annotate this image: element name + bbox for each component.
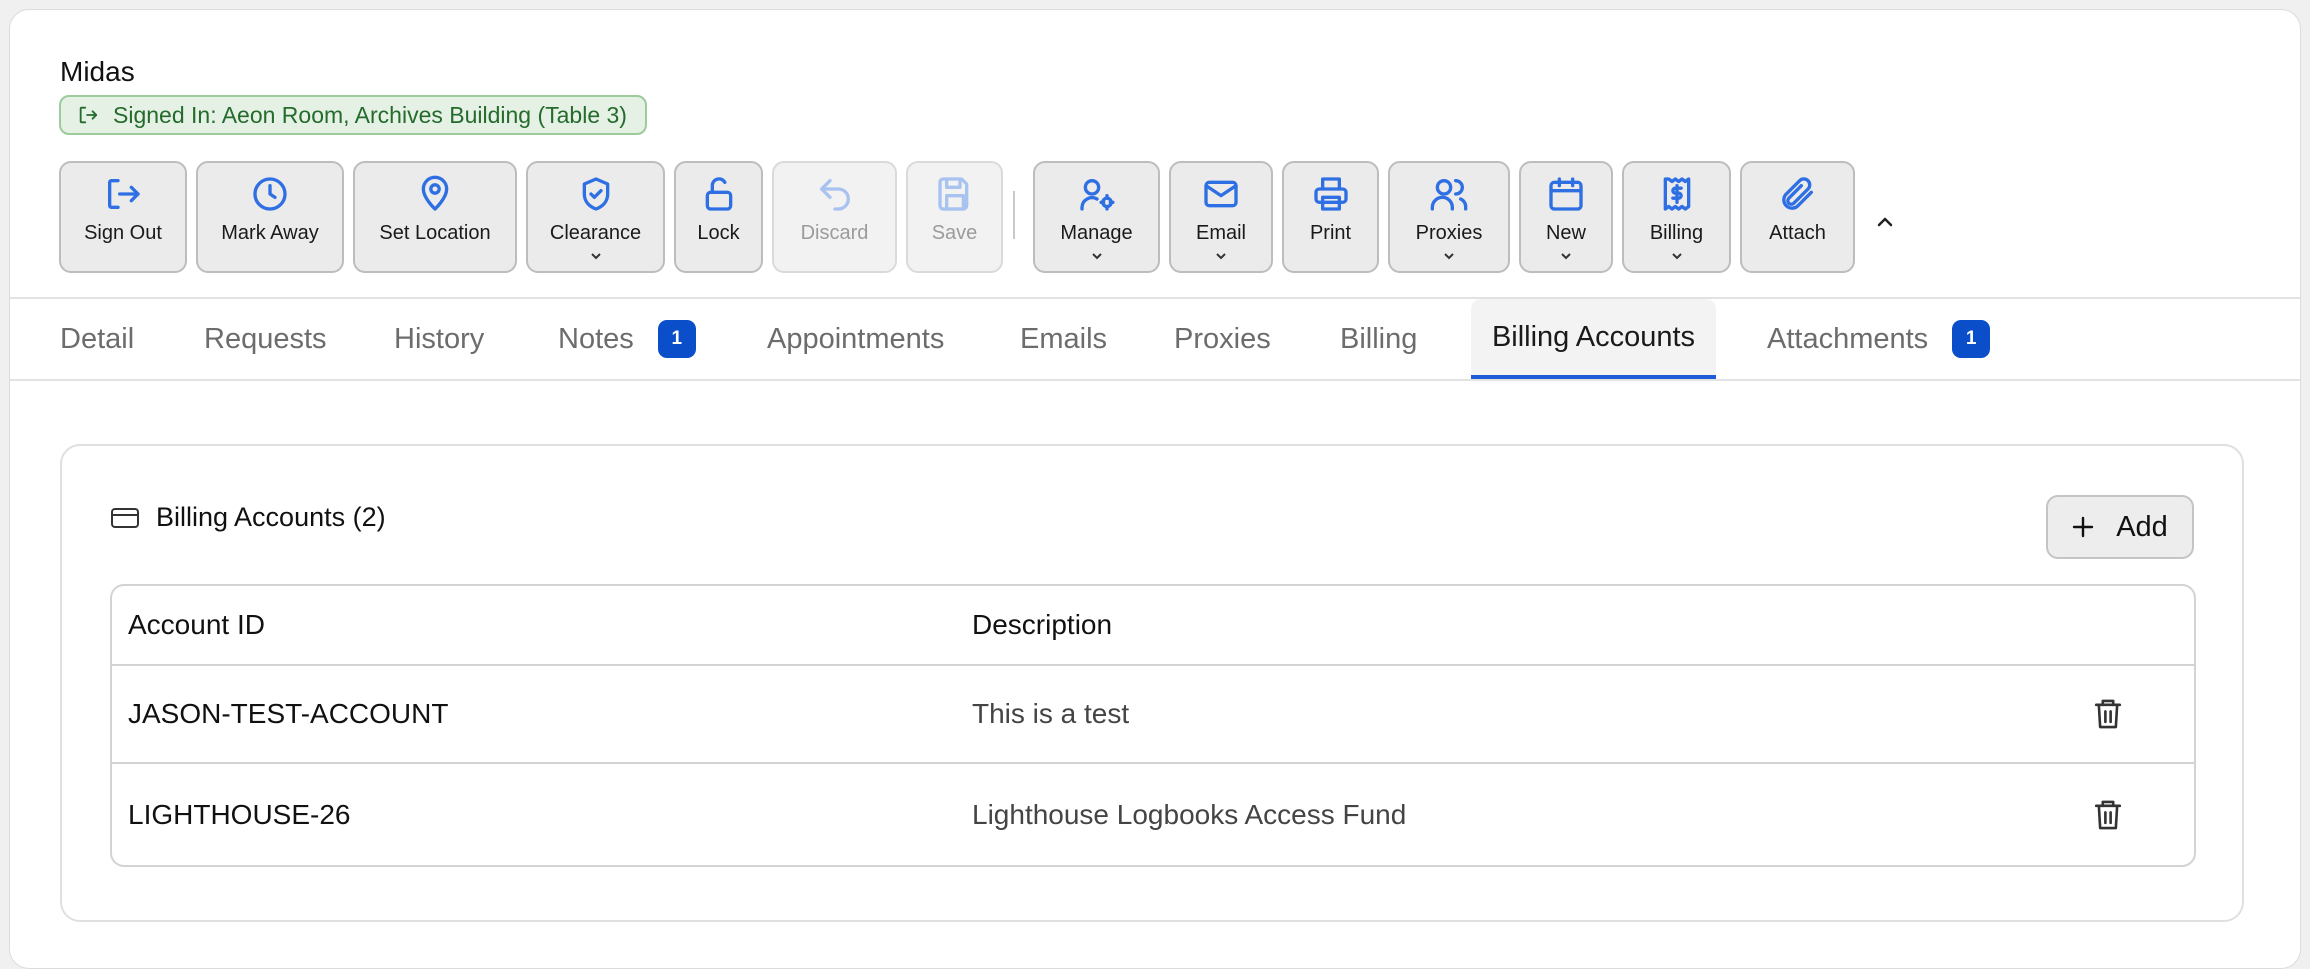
tab-proxies[interactable]: Proxies bbox=[1174, 299, 1271, 379]
manage-button[interactable]: Manage bbox=[1033, 161, 1160, 273]
tab-history[interactable]: History bbox=[394, 299, 484, 379]
email-label: Email bbox=[1195, 222, 1246, 244]
trash-icon[interactable] bbox=[2092, 697, 2124, 731]
patron-record-panel: Midas Signed In: Aeon Room, Archives Bui… bbox=[9, 9, 2301, 969]
chevron-down-icon bbox=[1444, 253, 1454, 260]
shield-check-icon bbox=[582, 177, 609, 211]
chevron-down-icon bbox=[1216, 253, 1226, 260]
chevron-down-icon bbox=[1091, 253, 1102, 260]
toolbar-divider bbox=[1013, 191, 1015, 239]
email-button[interactable]: Email bbox=[1169, 161, 1273, 273]
signed-in-status-badge: Signed In: Aeon Room, Archives Building … bbox=[59, 95, 647, 135]
discard-label: Discard bbox=[800, 222, 869, 244]
mail-icon bbox=[1204, 180, 1238, 208]
description-cell: This is a test bbox=[972, 698, 1130, 729]
proxies-label: Proxies bbox=[1415, 222, 1483, 244]
account-id-cell: LIGHTHOUSE-26 bbox=[128, 798, 351, 830]
mark-away-button[interactable]: Mark Away bbox=[196, 161, 344, 273]
billing-accounts-table: Account ID Description JASON-TEST-ACCOUN… bbox=[110, 584, 2196, 867]
column-header-account-id: Account ID bbox=[128, 609, 265, 640]
tab-emails-label: Emails bbox=[1020, 322, 1108, 355]
user-cog-icon bbox=[1079, 179, 1114, 211]
proxies-button[interactable]: Proxies bbox=[1388, 161, 1510, 273]
tab-billing[interactable]: Billing bbox=[1340, 299, 1417, 379]
sign-out-icon bbox=[108, 179, 140, 209]
table-header-row: Account ID Description bbox=[112, 586, 2194, 666]
tab-detail-label: Detail bbox=[60, 322, 135, 355]
map-pin-icon bbox=[421, 175, 449, 211]
tab-notes-label: Notes bbox=[558, 322, 634, 355]
patron-header: Midas bbox=[60, 54, 135, 90]
table-row: LIGHTHOUSE-26 Lighthouse Logbooks Access… bbox=[112, 764, 2194, 865]
signed-in-text: Signed In: Aeon Room, Archives Building … bbox=[113, 101, 627, 128]
sign-in-icon bbox=[79, 106, 98, 124]
column-header-description: Description bbox=[972, 609, 1113, 640]
trash-icon[interactable] bbox=[2092, 798, 2124, 832]
clock-icon bbox=[253, 177, 287, 211]
tab-requests[interactable]: Requests bbox=[204, 299, 327, 379]
account-id-cell: JASON-TEST-ACCOUNT bbox=[128, 698, 449, 729]
clearance-button[interactable]: Clearance bbox=[526, 161, 665, 273]
attach-button[interactable]: Attach bbox=[1740, 161, 1855, 273]
clearance-label: Clearance bbox=[549, 222, 642, 244]
collapse-toolbar-icon[interactable] bbox=[1873, 214, 1897, 230]
sign-out-label: Sign Out bbox=[84, 222, 162, 244]
new-button[interactable]: New bbox=[1519, 161, 1613, 273]
chevron-down-icon bbox=[590, 253, 601, 260]
undo-icon bbox=[819, 179, 850, 211]
discard-button[interactable]: Discard bbox=[772, 161, 897, 273]
save-button[interactable]: Save bbox=[906, 161, 1003, 273]
set-location-label: Set Location bbox=[379, 222, 491, 244]
mark-away-label: Mark Away bbox=[221, 222, 319, 244]
patron-name: Midas bbox=[60, 56, 135, 87]
tab-billing-accounts[interactable]: Billing Accounts bbox=[1471, 299, 1716, 379]
billing-accounts-card: Billing Accounts (2) Add Account ID Desc… bbox=[60, 444, 2244, 922]
tab-notes[interactable]: Notes 1 bbox=[558, 299, 696, 379]
manage-label: Manage bbox=[1060, 222, 1133, 244]
set-location-button[interactable]: Set Location bbox=[353, 161, 517, 273]
unlock-icon bbox=[705, 177, 732, 211]
tab-appointments[interactable]: Appointments bbox=[767, 299, 944, 379]
tab-history-label: History bbox=[394, 322, 485, 355]
notes-count-badge: 1 bbox=[657, 320, 696, 358]
lock-button[interactable]: Lock bbox=[674, 161, 763, 273]
description-cell: Lighthouse Logbooks Access Fund bbox=[972, 798, 1407, 830]
users-icon bbox=[1430, 179, 1468, 211]
print-button[interactable]: Print bbox=[1282, 161, 1379, 273]
table-row: JASON-TEST-ACCOUNT This is a test bbox=[112, 666, 2194, 764]
tab-appointments-label: Appointments bbox=[767, 322, 945, 355]
tab-proxies-label: Proxies bbox=[1174, 322, 1271, 355]
add-billing-account-button[interactable]: Add bbox=[2046, 495, 2194, 559]
plus-icon bbox=[2072, 516, 2094, 538]
attach-label: Attach bbox=[1769, 222, 1826, 244]
print-label: Print bbox=[1309, 222, 1352, 244]
chevron-down-icon bbox=[1671, 253, 1682, 260]
tab-requests-label: Requests bbox=[204, 322, 327, 355]
billing-accounts-heading: Billing Accounts (2) bbox=[110, 502, 386, 533]
action-toolbar: Sign Out Mark Away Set Location Clearanc… bbox=[59, 161, 1897, 273]
billing-label: Billing bbox=[1649, 222, 1704, 244]
save-label: Save bbox=[931, 222, 978, 244]
billing-button[interactable]: Billing bbox=[1622, 161, 1731, 273]
printer-icon bbox=[1313, 177, 1348, 211]
tab-attachments[interactable]: Attachments 1 bbox=[1767, 299, 1991, 379]
receipt-icon bbox=[1663, 177, 1690, 211]
lock-label: Lock bbox=[697, 222, 740, 244]
tab-attachments-label: Attachments bbox=[1767, 322, 1929, 355]
new-label: New bbox=[1545, 222, 1586, 244]
tab-detail[interactable]: Detail bbox=[60, 299, 134, 379]
add-button-label: Add bbox=[2116, 510, 2168, 543]
record-tabs: Detail Requests History Notes 1 Appointm… bbox=[10, 297, 2300, 381]
tab-billing-label: Billing bbox=[1340, 322, 1418, 355]
attachments-count-badge: 1 bbox=[1952, 320, 1991, 358]
save-icon bbox=[937, 177, 968, 211]
billing-accounts-title: Billing Accounts (2) bbox=[156, 502, 386, 532]
credit-card-icon bbox=[111, 507, 139, 528]
chevron-down-icon bbox=[1561, 253, 1571, 260]
tab-billing-accounts-label: Billing Accounts bbox=[1491, 320, 1696, 353]
calendar-icon bbox=[1549, 177, 1583, 211]
sign-out-button[interactable]: Sign Out bbox=[59, 161, 187, 273]
tab-emails[interactable]: Emails bbox=[1020, 299, 1107, 379]
paperclip-icon bbox=[1781, 177, 1813, 210]
